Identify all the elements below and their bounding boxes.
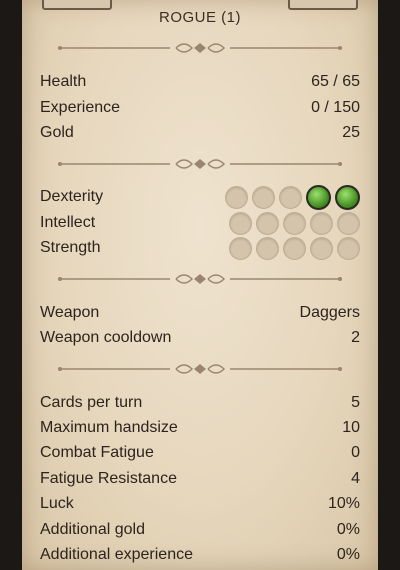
stat-value: 0 — [351, 444, 360, 461]
stat-label: Additional experience — [40, 546, 193, 563]
stat-label: Luck — [40, 495, 74, 512]
stat-row-additional-gold: Additional gold 0% — [40, 519, 360, 541]
stat-value: 0% — [336, 546, 360, 563]
attribute-point-empty — [310, 236, 333, 260]
stat-value: 25 — [342, 124, 360, 141]
attribute-point-empty — [229, 236, 252, 260]
stat-row-weapon-cooldown: Weapon cooldown 2 — [40, 327, 360, 349]
attribute-label: Strength — [40, 239, 101, 256]
stat-label: Fatigue Resistance — [40, 470, 177, 487]
stat-row-luck: Luck 10% — [40, 493, 360, 515]
stat-value: 10 — [342, 419, 360, 436]
attribute-point-empty — [310, 211, 333, 235]
stat-row-cards-per-turn: Cards per turn 5 — [40, 392, 360, 414]
stat-label: Combat Fatigue — [40, 444, 154, 461]
stat-label: Weapon cooldown — [40, 329, 172, 346]
attribute-point-empty — [337, 236, 360, 260]
ornamental-divider-icon — [58, 159, 342, 169]
attribute-points-intellect — [229, 211, 360, 235]
attribute-point-empty — [337, 211, 360, 235]
character-title: ROGUE (1) — [158, 9, 241, 26]
attribute-point-empty — [256, 211, 279, 235]
ornamental-divider-icon — [58, 274, 342, 284]
attribute-point-filled — [306, 184, 331, 210]
attribute-label: Dexterity — [40, 188, 104, 205]
character-stats-panel: ROGUE (1) Health 65 / 65 Experience 0 / … — [22, 0, 378, 570]
stat-label: Weapon — [40, 304, 100, 321]
stat-value: 10% — [327, 495, 360, 512]
stat-row-additional-experience: Additional experience 0% — [40, 544, 360, 566]
stat-value: Daggers — [299, 304, 360, 321]
attribute-points-dexterity — [225, 184, 360, 210]
stat-value: 2 — [351, 329, 360, 346]
ornamental-divider-icon — [58, 43, 342, 53]
attribute-points-strength — [229, 236, 360, 260]
attribute-point-empty — [225, 185, 248, 209]
attribute-point-empty — [283, 236, 306, 260]
stat-label: Experience — [40, 99, 121, 116]
attribute-point-empty — [229, 211, 252, 235]
attribute-label: Intellect — [40, 214, 96, 231]
stat-row-maximum-handsize: Maximum handsize 10 — [40, 417, 360, 439]
stat-label: Additional gold — [40, 521, 145, 538]
stat-row-gold: Gold 25 — [40, 122, 360, 144]
stat-value: 4 — [351, 470, 360, 487]
attribute-point-empty — [252, 185, 275, 209]
frame-left-edge — [0, 0, 22, 570]
stat-value: 0 / 150 — [311, 99, 360, 116]
attribute-point-empty — [283, 211, 306, 235]
stat-row-combat-fatigue: Combat Fatigue 0 — [40, 442, 360, 464]
stat-value: 0% — [336, 521, 360, 538]
stat-label: Cards per turn — [40, 394, 143, 411]
stat-row-experience: Experience 0 / 150 — [40, 97, 360, 119]
ornamental-divider-icon — [58, 364, 342, 374]
stat-label: Gold — [40, 124, 74, 141]
attribute-point-empty — [279, 185, 302, 209]
attribute-point-filled — [335, 184, 360, 210]
stat-value: 65 / 65 — [311, 73, 360, 90]
stat-row-weapon: Weapon Daggers — [40, 302, 360, 324]
attribute-point-empty — [256, 236, 279, 260]
stat-row-health: Health 65 / 65 — [40, 71, 360, 93]
stat-row-fatigue-resistance: Fatigue Resistance 4 — [40, 468, 360, 490]
stat-label: Health — [40, 73, 87, 90]
stat-label: Maximum handsize — [40, 419, 178, 436]
frame-right-edge — [378, 0, 400, 570]
stat-value: 5 — [351, 394, 360, 411]
